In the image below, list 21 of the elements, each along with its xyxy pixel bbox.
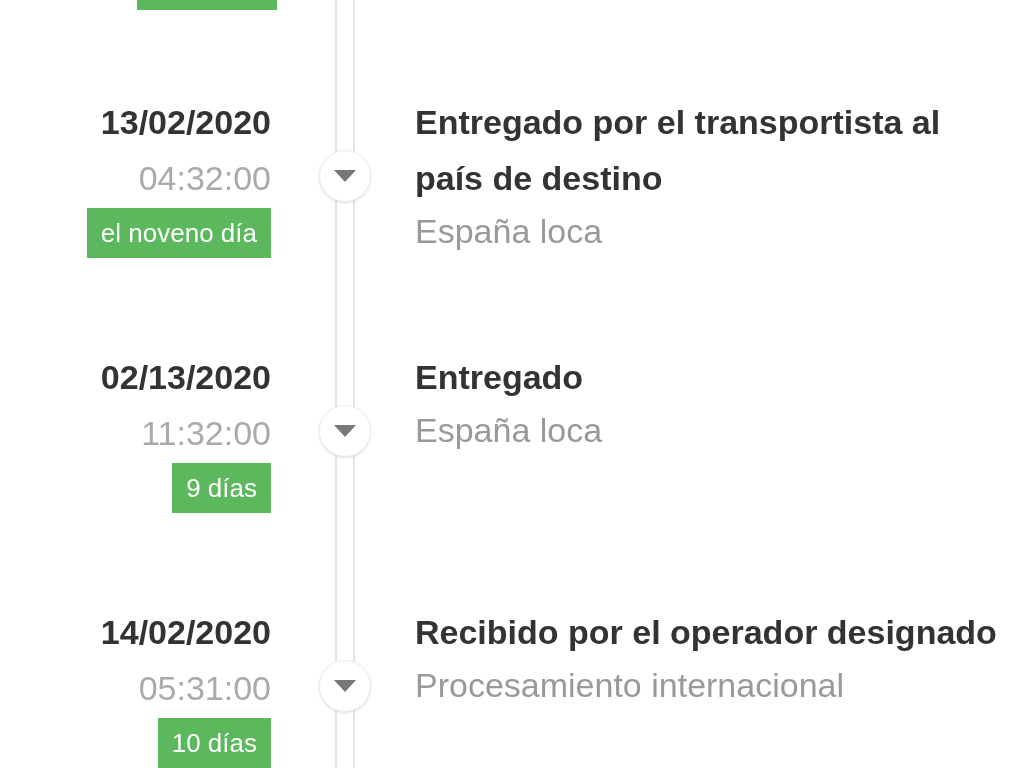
event-location: Procesamiento internacional: [415, 665, 846, 706]
event-time: 05:31:00: [138, 668, 271, 709]
event-time: 11:32:00: [141, 413, 271, 454]
event-location: España loca: [415, 211, 604, 252]
chevron-down-icon: [334, 425, 356, 437]
event-location: España loca: [415, 410, 604, 451]
event-date: 02/13/2020: [100, 357, 271, 398]
expand-button[interactable]: [319, 405, 371, 457]
day-count-tag: 9 días: [172, 463, 271, 513]
event-title: Recibido por el operador designado: [415, 612, 998, 653]
event-date: 14/02/2020: [100, 612, 271, 653]
expand-button[interactable]: [319, 660, 371, 712]
expand-button[interactable]: [319, 150, 371, 202]
event-time: 04:32:00: [138, 158, 271, 199]
chevron-down-icon: [334, 170, 356, 182]
event-title: Entregado: [415, 357, 585, 398]
event-date: 13/02/2020: [100, 102, 271, 143]
event-title: Entregado por el transportista al país de destino: [415, 102, 942, 199]
chevron-down-icon: [334, 680, 356, 692]
day-count-tag: el noveno día: [86, 208, 271, 258]
day-count-tag: 10 días: [157, 718, 271, 768]
